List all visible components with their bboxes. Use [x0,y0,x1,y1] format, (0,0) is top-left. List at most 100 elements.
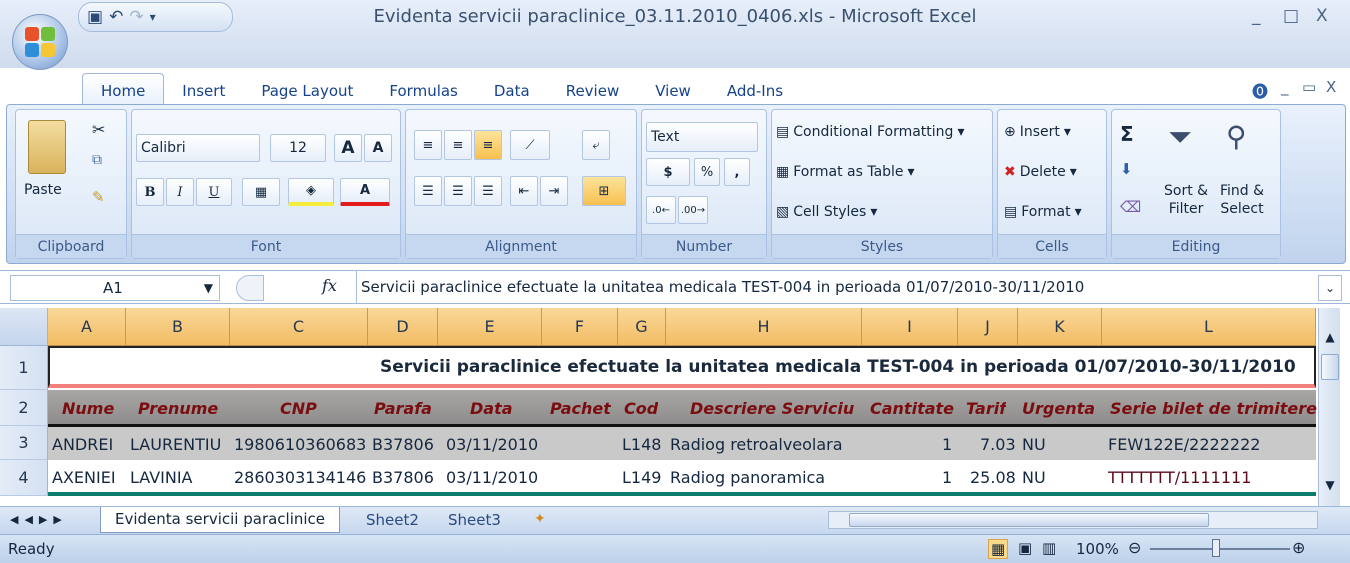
paste-icon[interactable] [28,120,66,174]
align-top-icon[interactable]: ≡ [414,130,442,160]
cell-l3[interactable]: FEW122E/2222222 [1108,428,1260,462]
zoom-out-icon[interactable]: ⊖ [1128,538,1141,557]
format-painter-icon[interactable]: ✎ [92,188,105,206]
cell-h4[interactable]: Radiog panoramica [670,461,825,495]
col-header-c[interactable]: C [230,308,368,346]
col-header-f[interactable]: F [542,308,618,346]
normal-view-icon[interactable]: ▦ [988,539,1009,559]
row-header-4[interactable]: 4 [0,460,48,496]
comma-button[interactable]: , [724,158,750,186]
borders-icon[interactable]: ▦ [242,178,280,206]
cell-g4[interactable]: L149 [622,461,661,495]
clear-icon[interactable]: ⌫ [1120,198,1141,216]
cell-g3[interactable]: L148 [622,428,661,462]
row-header-1[interactable]: 1 [0,346,48,390]
col-header-g[interactable]: G [618,308,666,346]
cell-c3[interactable]: 1980610360683 [234,428,366,462]
col-header-i[interactable]: I [862,308,958,346]
decrease-decimal-icon[interactable]: .00→ [678,196,708,224]
col-header-j[interactable]: J [958,308,1018,346]
ribbon-minimize-icon[interactable]: _ [1281,78,1289,96]
ribbon-restore-icon[interactable]: ▭ [1302,78,1316,96]
format-as-table-button[interactable]: ▦ Format as Table ▾ [776,164,915,180]
tab-page-layout[interactable]: Page Layout [243,74,371,106]
tab-data[interactable]: Data [476,74,548,106]
number-format-select[interactable]: Text [646,122,758,152]
font-color-icon[interactable]: A [340,178,390,206]
tab-formulas[interactable]: Formulas [371,74,475,106]
help-icon[interactable]: ⓿ [1252,78,1268,102]
font-size-select[interactable]: 12 [270,134,326,162]
grow-font-icon[interactable]: A [334,134,362,162]
bold-button[interactable]: B [136,178,164,206]
cell-b4[interactable]: LAVINIA [130,461,193,495]
close-icon[interactable]: X [1316,6,1328,26]
row-header-2[interactable]: 2 [0,390,48,426]
page-break-view-icon[interactable]: ▥ [1042,539,1056,557]
sort-filter-button[interactable]: Sort & Filter [1164,182,1208,218]
cell-a3[interactable]: ANDREI [52,428,113,462]
cell-c4[interactable]: 2860303134146 [234,461,366,495]
align-right-icon[interactable]: ☰ [474,176,502,206]
cell-j3[interactable]: 7.03 [980,428,1016,462]
tab-review[interactable]: Review [548,74,638,106]
tab-sheet3[interactable]: Sheet3 [436,509,513,533]
h-scroll-thumb[interactable] [849,513,1209,527]
font-name-select[interactable]: Calibri [136,134,260,162]
scroll-down-icon[interactable]: ▼ [1321,478,1339,498]
col-header-d[interactable]: D [368,308,438,346]
col-header-b[interactable]: B [126,308,230,346]
cell-d3[interactable]: B37806 [372,428,434,462]
cell-b3[interactable]: LAURENTIU [130,428,221,462]
scroll-thumb[interactable] [1321,354,1339,380]
zoom-slider-thumb[interactable] [1212,539,1220,557]
align-middle-icon[interactable]: ≡ [444,130,472,160]
col-header-e[interactable]: E [438,308,542,346]
page-layout-view-icon[interactable]: ▣ [1018,539,1032,557]
paste-button[interactable]: Paste [24,182,62,198]
sheet-nav-icons[interactable]: ◀◀▶▶ [10,513,68,526]
cell-d4[interactable]: B37806 [372,461,434,495]
cell-e3[interactable]: 03/11/2010 [446,428,538,462]
col-header-a[interactable]: A [48,308,126,346]
insert-cells-button[interactable]: ⊕ Insert ▾ [1004,124,1071,140]
format-cells-button[interactable]: ▤ Format ▾ [1004,204,1082,220]
italic-button[interactable]: I [166,178,194,206]
tab-evidenta[interactable]: Evidenta servicii paraclinice [100,507,341,533]
minimize-icon[interactable]: _ [1252,6,1261,26]
formula-bar-handle[interactable] [236,275,264,301]
vertical-scrollbar[interactable]: ▲ ▼ [1318,308,1340,506]
col-header-k[interactable]: K [1018,308,1102,346]
cell-e4[interactable]: 03/11/2010 [446,461,538,495]
scroll-up-icon[interactable]: ▲ [1321,330,1339,350]
percent-button[interactable]: % [694,158,720,186]
maximize-icon[interactable]: □ [1283,6,1299,26]
cell-k4[interactable]: NU [1022,461,1046,495]
tab-view[interactable]: View [637,74,709,106]
copy-icon[interactable]: ⧉ [92,152,102,168]
zoom-in-icon[interactable]: ⊕ [1292,538,1305,557]
merge-center-icon[interactable]: ⊞ [582,176,626,206]
cut-icon[interactable]: ✂ [92,120,105,139]
name-box-dropdown-icon[interactable]: ▼ [204,281,213,295]
increase-decimal-icon[interactable]: .0← [646,196,676,224]
cell-styles-button[interactable]: ▧ Cell Styles ▾ [776,204,877,220]
zoom-slider[interactable] [1150,548,1290,550]
autosum-button[interactable]: Σ [1120,122,1134,146]
select-all-button[interactable] [0,308,48,346]
insert-sheet-icon[interactable]: ✦ [534,511,546,527]
cell-h3[interactable]: Radiog retroalveolara [670,428,843,462]
horizontal-scrollbar[interactable] [828,511,1318,529]
tab-add-ins[interactable]: Add-Ins [709,74,801,106]
orientation-icon[interactable]: ⟋ [510,130,550,160]
cell-k3[interactable]: NU [1022,428,1046,462]
find-select-button[interactable]: Find & Select [1220,182,1264,218]
row-header-3[interactable]: 3 [0,426,48,460]
cell-j4[interactable]: 25.08 [970,461,1016,495]
cell-l4[interactable]: TTTTTTT/1111111 [1108,461,1251,495]
zoom-level[interactable]: 100% [1076,540,1119,558]
ribbon-close-icon[interactable]: X [1326,78,1336,96]
formula-input[interactable]: Servicii paraclinice efectuate la unitat… [356,271,1316,303]
tab-home[interactable]: Home [82,73,165,106]
cell-i4[interactable]: 1 [942,461,952,495]
